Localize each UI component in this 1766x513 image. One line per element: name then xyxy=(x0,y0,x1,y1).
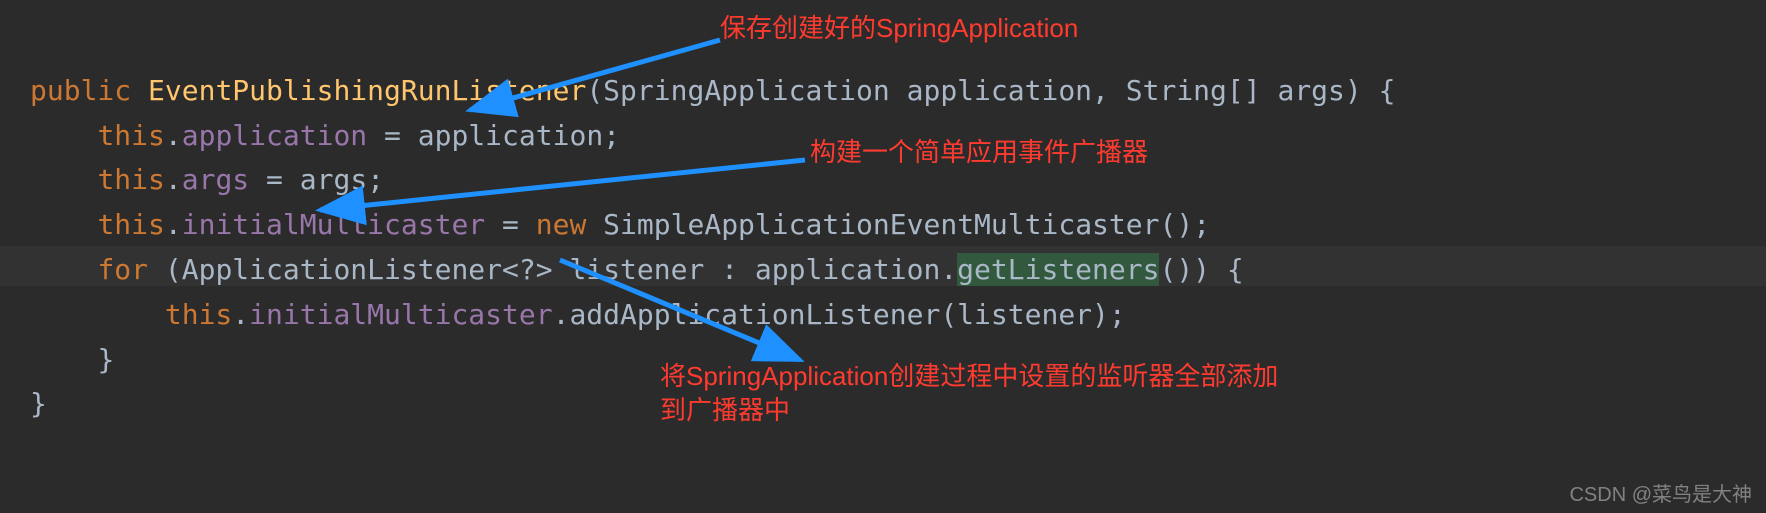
annotation-1: 保存创建好的SpringApplication xyxy=(720,12,1078,46)
field-args: args xyxy=(182,163,249,196)
keyword-this: this xyxy=(97,208,164,241)
annotation-3-line2: 到广播器中 xyxy=(660,395,790,425)
annotation-3: 将SpringApplication创建过程中设置的监听器全部添加 到广播器中 xyxy=(660,360,1380,428)
for-open: (ApplicationListener<?> listener : appli… xyxy=(148,253,957,286)
assign-rest: = application; xyxy=(367,119,620,152)
dot: . xyxy=(165,119,182,152)
dot: . xyxy=(165,163,182,196)
brace-close: } xyxy=(97,343,114,376)
keyword-for: for xyxy=(97,253,148,286)
field-initialMulticaster: initialMulticaster xyxy=(249,298,552,331)
keyword-this: this xyxy=(97,119,164,152)
constructor-name: EventPublishingRunListener xyxy=(148,74,586,107)
new-rest: SimpleApplicationEventMulticaster(); xyxy=(586,208,1210,241)
field-initialMulticaster: initialMulticaster xyxy=(182,208,485,241)
annotation-2: 构建一个简单应用事件广播器 xyxy=(810,136,1148,170)
field-application: application xyxy=(182,119,367,152)
dot: . xyxy=(165,208,182,241)
keyword-this: this xyxy=(165,298,232,331)
watermark: CSDN @菜鸟是大神 xyxy=(1569,478,1752,507)
assign-rest: = args; xyxy=(249,163,384,196)
signature-rest: (SpringApplication application, String[]… xyxy=(586,74,1395,107)
call-rest: .addApplicationListener(listener); xyxy=(553,298,1126,331)
annotation-3-line1: 将SpringApplication创建过程中设置的监听器全部添加 xyxy=(660,361,1278,391)
eq: = xyxy=(485,208,536,241)
highlight-getListeners: getListeners xyxy=(957,253,1159,286)
keyword-this: this xyxy=(97,163,164,196)
dot: . xyxy=(232,298,249,331)
brace-close: } xyxy=(30,387,47,420)
keyword-public: public xyxy=(30,74,131,107)
keyword-new: new xyxy=(536,208,587,241)
for-close: ()) { xyxy=(1159,253,1243,286)
